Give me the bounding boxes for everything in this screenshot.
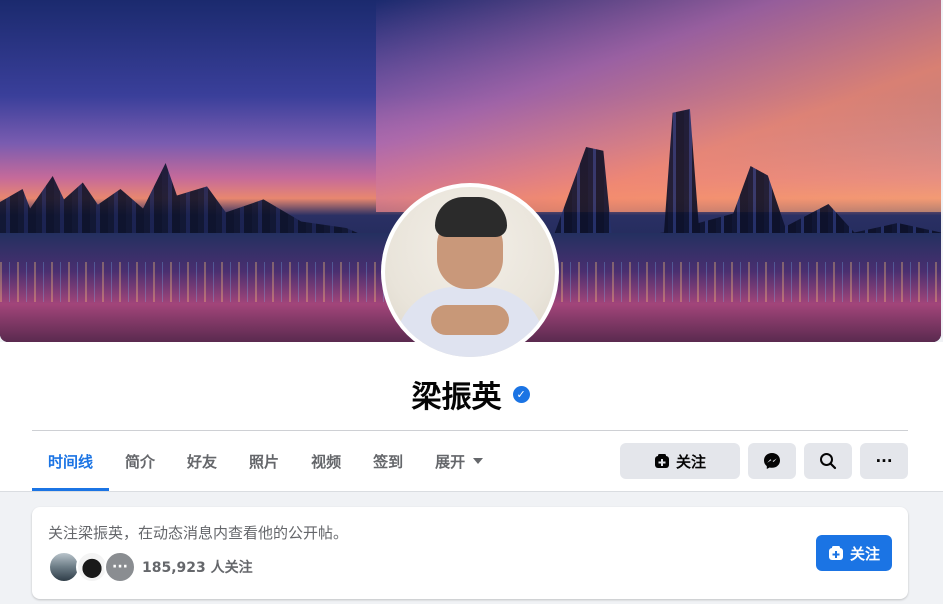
follow-icon bbox=[828, 546, 843, 560]
tab-videos[interactable]: 视频 bbox=[295, 431, 357, 491]
more-dots-icon: ··· bbox=[112, 559, 128, 575]
tab-label: 签到 bbox=[373, 452, 404, 471]
search-icon bbox=[820, 453, 837, 470]
follow-prompt-card: 关注梁振英，在动态消息内查看他的公开帖。 ··· 185,923 人关注 关注 bbox=[32, 507, 908, 599]
tab-label: 简介 bbox=[125, 452, 156, 471]
tab-more[interactable]: 展开 bbox=[419, 431, 499, 491]
follow-button-label: 关注 bbox=[675, 452, 706, 471]
follow-icon bbox=[654, 454, 669, 468]
followers-count: 185,923 人关注 bbox=[142, 560, 253, 576]
portrait-hair bbox=[435, 197, 507, 237]
tab-photos[interactable]: 照片 bbox=[233, 431, 295, 491]
messenger-icon bbox=[764, 453, 780, 469]
header-bottom-border bbox=[0, 491, 943, 492]
follow-prompt-message: 关注梁振英，在动态消息内查看他的公开帖。 bbox=[48, 524, 349, 542]
tab-label: 视频 bbox=[311, 452, 342, 471]
profile-picture-image bbox=[385, 187, 555, 357]
cover-sky bbox=[376, 0, 941, 213]
card-follow-label: 关注 bbox=[849, 544, 880, 563]
profile-name: 梁振英 bbox=[411, 380, 502, 415]
card-follow-button[interactable]: 关注 bbox=[816, 535, 892, 571]
tab-label: 时间线 bbox=[48, 452, 94, 471]
profile-picture[interactable] bbox=[381, 183, 559, 361]
followers-summary[interactable]: ··· 185,923 人关注 bbox=[48, 551, 253, 583]
verified-badge-icon: ✓ bbox=[512, 385, 530, 403]
tab-label: 照片 bbox=[249, 452, 280, 471]
portrait-hands bbox=[431, 305, 509, 335]
search-button[interactable] bbox=[804, 443, 852, 479]
tab-friends[interactable]: 好友 bbox=[171, 431, 233, 491]
more-followers-avatar: ··· bbox=[104, 551, 136, 583]
messenger-button[interactable] bbox=[748, 443, 796, 479]
follow-button[interactable]: 关注 bbox=[620, 443, 740, 479]
tab-about[interactable]: 简介 bbox=[109, 431, 171, 491]
tab-timeline[interactable]: 时间线 bbox=[32, 431, 110, 491]
tab-label: 展开 bbox=[435, 452, 466, 471]
more-options-button[interactable]: ··· bbox=[860, 443, 908, 479]
profile-name-row: 梁振英 ✓ bbox=[0, 372, 941, 416]
more-dots-icon: ··· bbox=[875, 452, 893, 470]
caret-down-icon bbox=[473, 458, 484, 464]
tab-label: 好友 bbox=[187, 452, 218, 471]
profile-tabs: 时间线 简介 好友 照片 视频 签到 展开 bbox=[32, 431, 499, 491]
tab-checkins[interactable]: 签到 bbox=[357, 431, 419, 491]
